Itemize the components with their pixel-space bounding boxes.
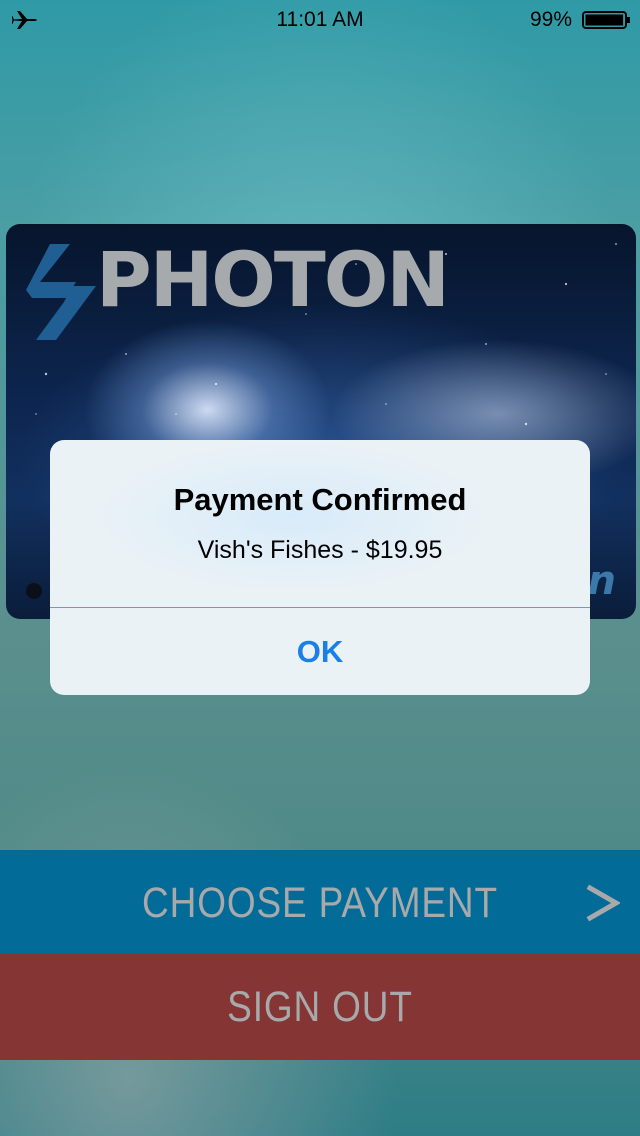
payment-confirmed-alert: Payment Confirmed Vish's Fishes - $19.95… [50,440,590,695]
chevron-right-icon [586,884,620,922]
alert-message: Vish's Fishes - $19.95 [197,536,443,564]
card-indicator-dot [26,583,42,599]
sign-out-button[interactable]: SIGN OUT [0,954,640,1060]
card-brand-fragment: n [587,558,616,604]
status-bar: 11:01 AM 99% [0,0,640,40]
battery-percentage: 99% [529,8,572,31]
sign-out-label: SIGN OUT [227,983,413,1031]
ok-button[interactable]: OK [50,608,590,695]
battery-icon [582,11,630,29]
choose-payment-button[interactable]: CHOOSE PAYMENT [0,850,640,954]
alert-title: Payment Confirmed [173,482,467,517]
card-brand-name: PHOTON [96,235,450,324]
choose-payment-label: CHOOSE PAYMENT [142,879,498,927]
photon-logo-icon [26,244,96,340]
